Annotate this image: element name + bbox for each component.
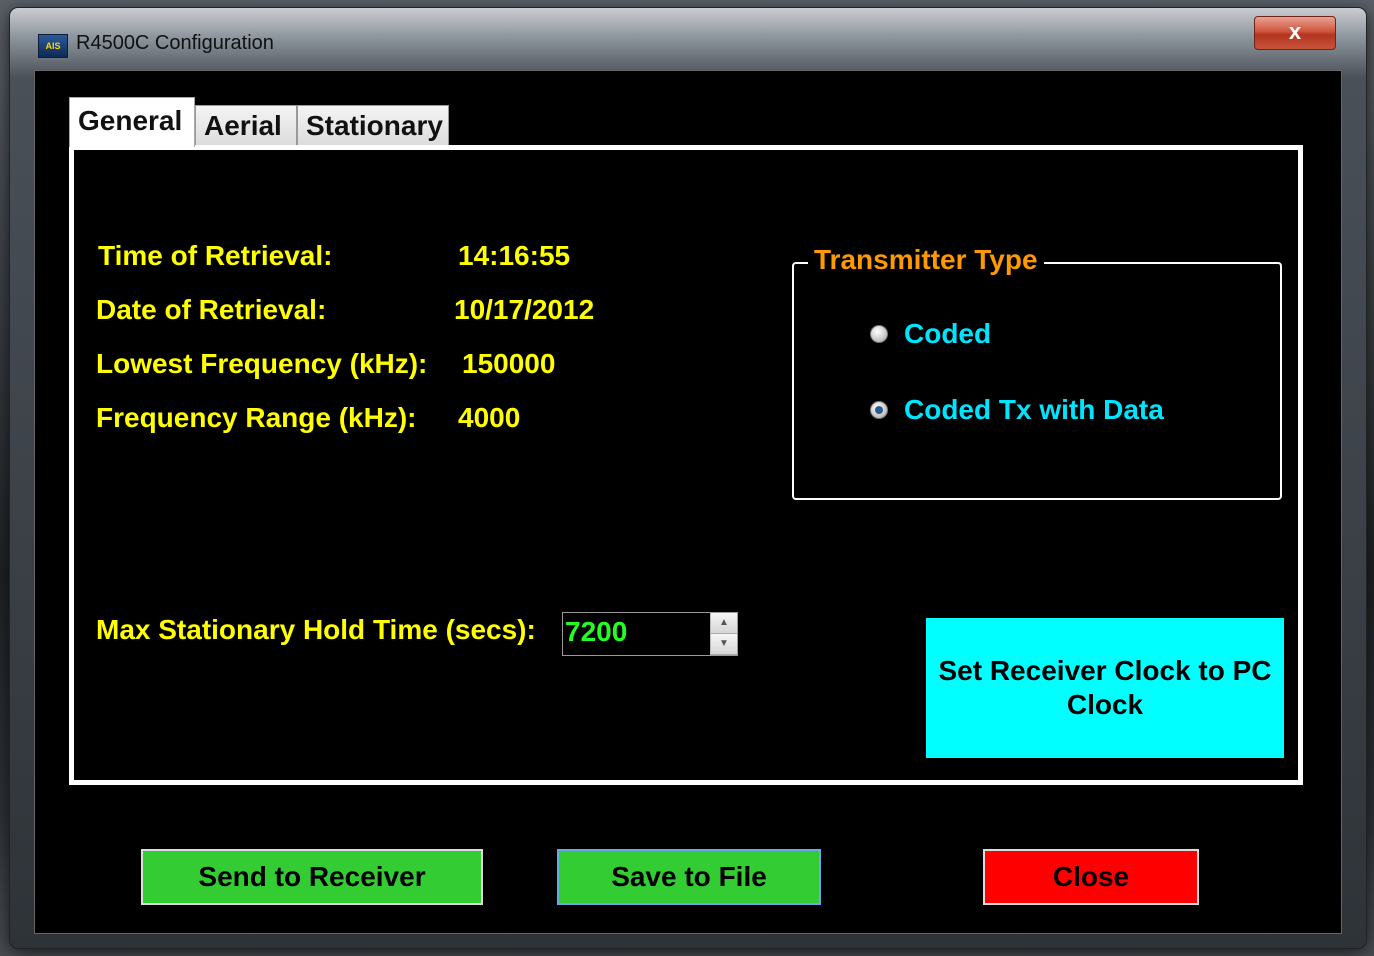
close-icon: x [1288, 19, 1302, 44]
tab-general[interactable]: General [69, 97, 195, 147]
lowest-frequency-value: 150000 [462, 348, 556, 379]
spin-up-icon[interactable]: ▲ [711, 613, 737, 634]
window-title: R4500C Configuration [76, 32, 274, 54]
radio-coded-label[interactable]: Coded [904, 318, 991, 350]
radio-button-icon[interactable] [870, 325, 888, 343]
radio-button-checked-icon[interactable] [870, 401, 888, 419]
title-bar[interactable]: AIS R4500C Configuration x [10, 8, 1366, 70]
app-icon: AIS [38, 34, 68, 58]
frequency-range-label: Frequency Range (kHz): [96, 402, 417, 433]
lowest-frequency-label: Lowest Frequency (kHz): [96, 348, 428, 379]
radio-coded-tx-with-data[interactable]: Coded Tx with Data [870, 394, 1164, 426]
frequency-range-value: 4000 [458, 402, 521, 433]
client-area: General Aerial Stationary Time of Retrie… [34, 70, 1342, 934]
date-of-retrieval-value: 10/17/2012 [454, 294, 595, 325]
time-of-retrieval-label: Time of Retrieval: [98, 240, 333, 271]
radio-coded-tx-with-data-label[interactable]: Coded Tx with Data [904, 394, 1164, 426]
general-panel: Time of Retrieval: 14:16:55 Date of Retr… [69, 145, 1303, 785]
spin-buttons: ▲ ▼ [710, 613, 737, 655]
time-of-retrieval-value: 14:16:55 [458, 240, 571, 271]
radio-coded[interactable]: Coded [870, 318, 991, 350]
configuration-window: AIS R4500C Configuration x General Aeria… [10, 8, 1366, 948]
max-hold-time-spinner[interactable]: 7200 ▲ ▼ [562, 612, 738, 656]
max-hold-time-input[interactable]: 7200 [565, 613, 627, 651]
window-close-button[interactable]: x [1254, 16, 1336, 50]
save-to-file-button[interactable]: Save to File [557, 849, 821, 905]
spin-down-icon[interactable]: ▼ [711, 634, 737, 655]
tab-stationary[interactable]: Stationary [297, 105, 449, 145]
max-hold-time-label: Max Stationary Hold Time (secs): [96, 614, 536, 645]
tab-aerial[interactable]: Aerial [195, 105, 297, 145]
close-button[interactable]: Close [983, 849, 1199, 905]
send-to-receiver-button[interactable]: Send to Receiver [141, 849, 483, 905]
transmitter-type-title: Transmitter Type [808, 244, 1044, 276]
set-receiver-clock-button[interactable]: Set Receiver Clock to PC Clock [926, 618, 1284, 758]
transmitter-type-group: Transmitter Type Coded Coded Tx with Dat… [792, 244, 1282, 500]
date-of-retrieval-label: Date of Retrieval: [96, 294, 327, 325]
